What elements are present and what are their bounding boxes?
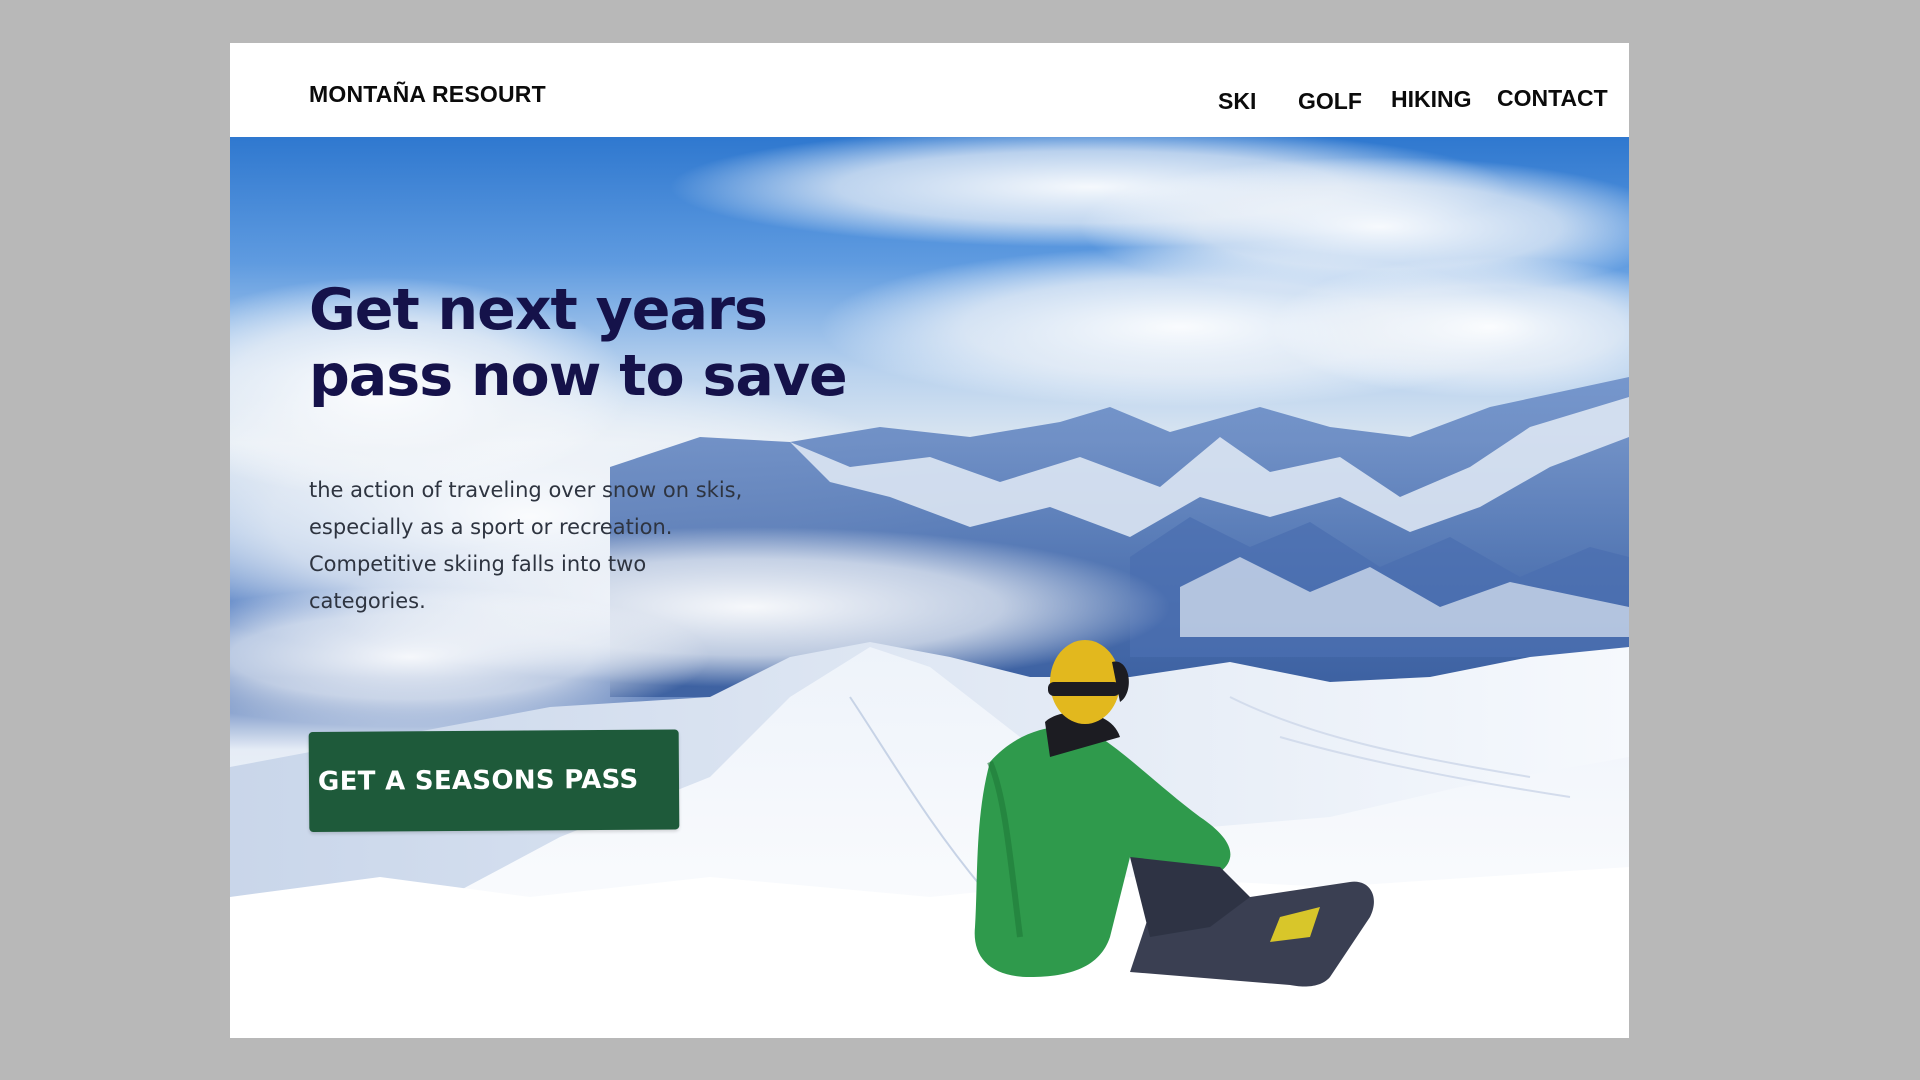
top-navbar: MONTAÑA RESOURT SKI GOLF HIKING CONTACT — [230, 43, 1629, 137]
hero-section: Get next years pass now to save the acti… — [230, 137, 1629, 1038]
nav-link-contact[interactable]: CONTACT — [1497, 85, 1608, 112]
description-line: categories. — [309, 589, 426, 613]
headline-line: Get next years — [309, 277, 768, 343]
nav-link-hiking[interactable]: HIKING — [1391, 86, 1472, 113]
landing-page: MONTAÑA RESOURT SKI GOLF HIKING CONTACT — [230, 43, 1629, 1038]
hero-headline: Get next years pass now to save — [309, 277, 1009, 409]
seasons-pass-button[interactable]: GET A SEASONS PASS — [308, 729, 680, 832]
nav-link-golf[interactable]: GOLF — [1298, 88, 1362, 115]
description-line: the action of traveling over snow on ski… — [309, 478, 743, 502]
headline-line: pass now to save — [309, 343, 848, 409]
brand-logo[interactable]: MONTAÑA RESOURT — [309, 81, 546, 108]
description-line: Competitive skiing falls into two — [309, 552, 647, 576]
nav-link-ski[interactable]: SKI — [1218, 88, 1256, 115]
description-line: especially as a sport or recreation. — [309, 515, 673, 539]
hero-description: the action of traveling over snow on ski… — [309, 472, 809, 620]
